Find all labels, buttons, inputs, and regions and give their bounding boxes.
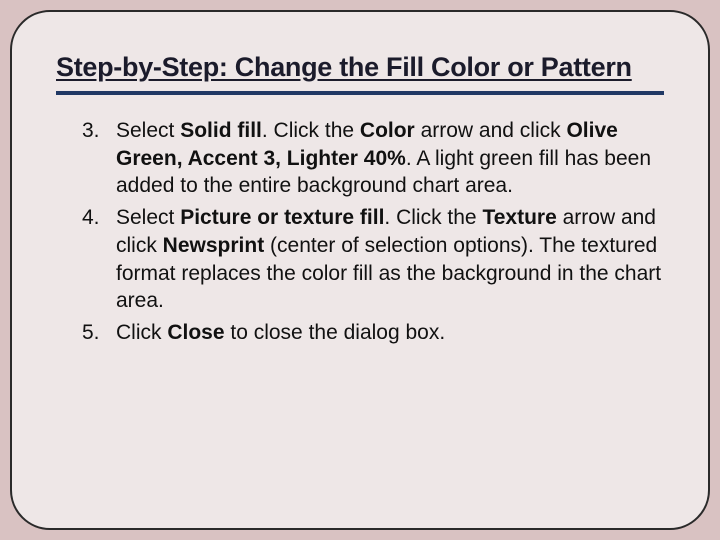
step-item: 4.Select Picture or texture fill. Click … [116,204,664,315]
step-text: to close the dialog box. [225,321,446,344]
slide-title: Step-by-Step: Change the Fill Color or P… [56,52,664,83]
step-text-bold: Solid fill [180,119,262,142]
step-text-bold: Newsprint [163,234,265,257]
step-number: 5. [82,319,100,347]
step-number: 3. [82,117,100,145]
step-text: Select [116,119,180,142]
steps-list: 3.Select Solid fill. Click the Color arr… [56,117,664,347]
slide-container: Step-by-Step: Change the Fill Color or P… [0,0,720,540]
step-item: 3.Select Solid fill. Click the Color arr… [116,117,664,200]
step-text: . Click the [384,206,482,229]
step-text: Click [116,321,167,344]
title-divider [56,91,664,95]
step-text-bold: Texture [482,206,556,229]
step-text: arrow and click [415,119,567,142]
step-text: Select [116,206,180,229]
step-text-bold: Color [360,119,415,142]
step-text: . Click the [262,119,360,142]
step-text-bold: Close [167,321,224,344]
step-number: 4. [82,204,100,232]
slide-panel: Step-by-Step: Change the Fill Color or P… [10,10,710,530]
step-text-bold: Picture or texture fill [180,206,384,229]
step-item: 5.Click Close to close the dialog box. [116,319,664,347]
